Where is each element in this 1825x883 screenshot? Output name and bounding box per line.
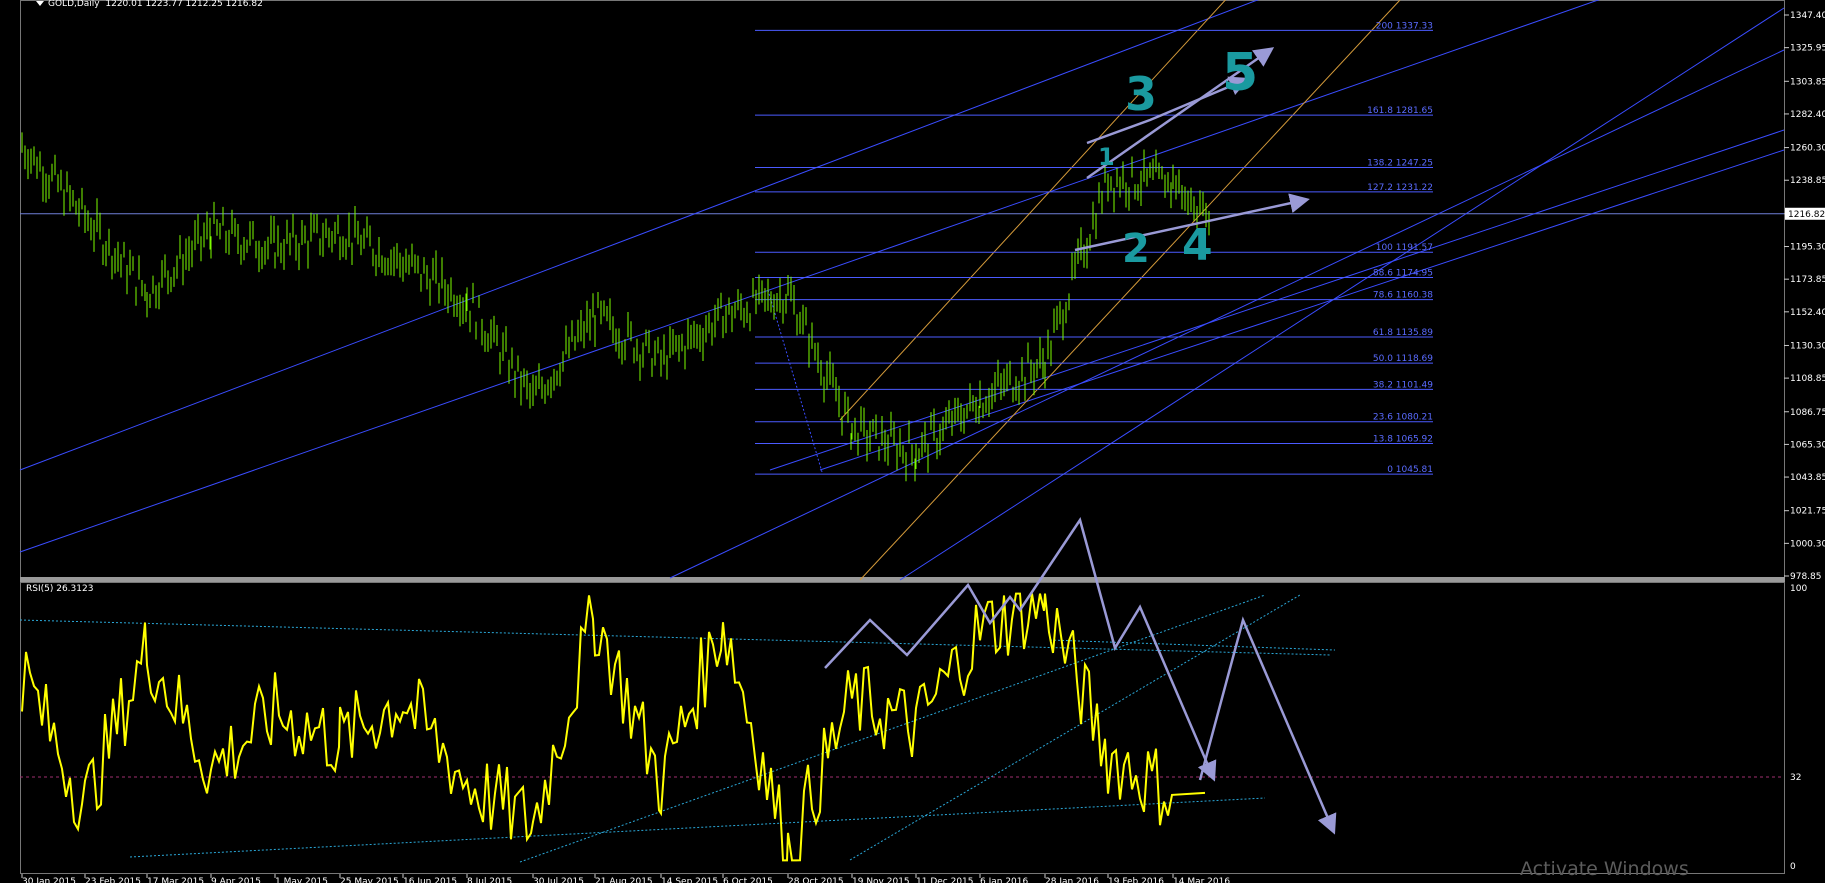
channel-line xyxy=(19,0,1259,471)
rsi-tick-0: 0 xyxy=(1790,862,1796,872)
time-axis: 30 Jan 2015 23 Feb 2015 17 Mar 2015 9 Apr 2… xyxy=(21,874,1230,883)
time-tick-label: 28 Oct 2015 xyxy=(788,877,844,883)
time-tick-label: 6 Oct 2015 xyxy=(723,877,773,883)
time-tick-label: 17 Mar 2015 xyxy=(147,877,204,883)
fibonacci-levels: 200 1337.33161.8 1281.65138.2 1247.25127… xyxy=(755,21,1433,475)
price-candles xyxy=(21,132,1210,482)
dotted-trend-line xyxy=(767,289,823,473)
rsi-tick-100: 100 xyxy=(1790,584,1807,594)
time-tick-label: 1 May 2015 xyxy=(275,877,328,883)
fib-level-label: 161.8 1281.65 xyxy=(1367,106,1433,116)
orange-channel-line xyxy=(839,0,1227,421)
activate-windows-watermark: Activate Windows xyxy=(1520,858,1689,880)
current-price-label: 1216.82 xyxy=(1788,210,1825,220)
time-tick-label: 30 Jan 2015 xyxy=(22,877,76,883)
time-tick-label: 30 Jul 2015 xyxy=(533,877,584,883)
price-tick-label: 1152.40 xyxy=(1790,308,1825,318)
price-tick-label: 1260.30 xyxy=(1790,144,1825,154)
price-tick-label: 1347.40 xyxy=(1790,11,1825,21)
symbol-label: GOLD,Daily xyxy=(48,0,100,9)
rsi-trend-line xyxy=(849,594,1301,861)
fib-level-label: 61.8 1135.89 xyxy=(1373,328,1433,338)
time-tick-label: 21 Aug 2015 xyxy=(595,877,653,883)
elliott-wave-label: 1 xyxy=(1098,143,1115,171)
rsi-line xyxy=(21,592,1206,862)
price-tick-label: 1065.30 xyxy=(1790,440,1825,450)
gold-daily-chart: 200 1337.33161.8 1281.65138.2 1247.25127… xyxy=(19,0,1825,883)
fib-level-label: 200 1337.33 xyxy=(1376,21,1433,31)
price-tick-label: 1173.85 xyxy=(1790,275,1825,285)
trend-channels xyxy=(19,0,1785,581)
elliott-wave-label: 2 xyxy=(1122,226,1150,272)
price-tick-label: 1238.85 xyxy=(1790,176,1825,186)
chart-header: GOLD,Daily 1220.01 1223.77 1212.25 1216.… xyxy=(36,0,263,9)
rsi-trend-line xyxy=(129,797,1266,858)
rsi-label: RSI(5) 26.3123 xyxy=(26,584,94,594)
elliott-wave-label: 5 xyxy=(1222,43,1258,103)
price-panel-frame xyxy=(20,0,1785,579)
fib-level-label: 13.8 1065.92 xyxy=(1373,434,1433,444)
time-tick-label: 19 Nov 2015 xyxy=(852,877,910,883)
fib-level-label: 78.6 1160.38 xyxy=(1373,291,1433,301)
time-tick-label: 14 Sep 2015 xyxy=(661,877,718,883)
time-tick-label: 23 Feb 2015 xyxy=(85,877,141,883)
channel-line xyxy=(899,7,1785,581)
time-tick-label: 16 Jun 2015 xyxy=(403,877,457,883)
panel-separator xyxy=(20,577,1785,582)
annotation-arrow xyxy=(1198,616,1337,835)
time-tick-label: 6 Jan 2016 xyxy=(980,877,1028,883)
time-tick-label: 8 Jul 2015 xyxy=(467,877,512,883)
fib-level-label: 50.0 1118.69 xyxy=(1373,354,1433,364)
price-axis: 1347.40 1325.95 1303.85 1282.40 1260.30 1238.… xyxy=(1784,11,1825,872)
time-tick-label: 11 Dec 2015 xyxy=(916,877,974,883)
time-tick-label: 9 Apr 2015 xyxy=(211,877,261,883)
ohlc-values: 1220.01 1223.77 1212.25 1216.82 xyxy=(105,0,263,9)
rsi-tick-32: 32 xyxy=(1790,773,1801,783)
price-tick-label: 1086.75 xyxy=(1790,408,1825,418)
fib-level-label: 127.2 1231.22 xyxy=(1367,183,1433,193)
price-tick-label: 978.85 xyxy=(1790,572,1822,582)
fib-level-label: 38.2 1101.49 xyxy=(1373,380,1433,390)
channel-line xyxy=(669,49,1785,579)
time-tick-label: 28 Jan 2016 xyxy=(1045,877,1099,883)
channel-line xyxy=(19,0,1600,553)
elliott-wave-label: 3 xyxy=(1125,67,1157,121)
price-tick-label: 1000.30 xyxy=(1790,539,1825,549)
price-tick-label: 1130.30 xyxy=(1790,341,1825,351)
time-tick-label: 14 Mar 2016 xyxy=(1173,877,1230,883)
fib-level-label: 23.6 1080.21 xyxy=(1373,413,1433,423)
rsi-indicator xyxy=(19,592,1784,863)
time-tick-label: 25 May 2015 xyxy=(340,877,399,883)
price-tick-label: 1282.40 xyxy=(1790,110,1825,120)
fib-level-label: 138.2 1247.25 xyxy=(1367,158,1433,168)
price-tick-label: 1303.85 xyxy=(1790,77,1825,87)
dropdown-triangle-icon[interactable] xyxy=(36,1,44,6)
price-tick-label: 1325.95 xyxy=(1790,44,1825,54)
price-tick-label: 1043.85 xyxy=(1790,473,1825,483)
fib-level-label: 100 1191.57 xyxy=(1376,243,1433,253)
rsi-trend-line xyxy=(19,619,1331,656)
elliott-wave-label: 4 xyxy=(1182,220,1213,271)
price-tick-label: 1108.85 xyxy=(1790,374,1825,384)
fib-level-label: 0 1045.81 xyxy=(1387,465,1433,475)
fib-level-label: 88.6 1174.95 xyxy=(1373,269,1433,279)
time-tick-label: 19 Feb 2016 xyxy=(1108,877,1164,883)
price-tick-label: 1195.30 xyxy=(1790,243,1825,253)
price-tick-label: 1021.75 xyxy=(1790,507,1825,517)
